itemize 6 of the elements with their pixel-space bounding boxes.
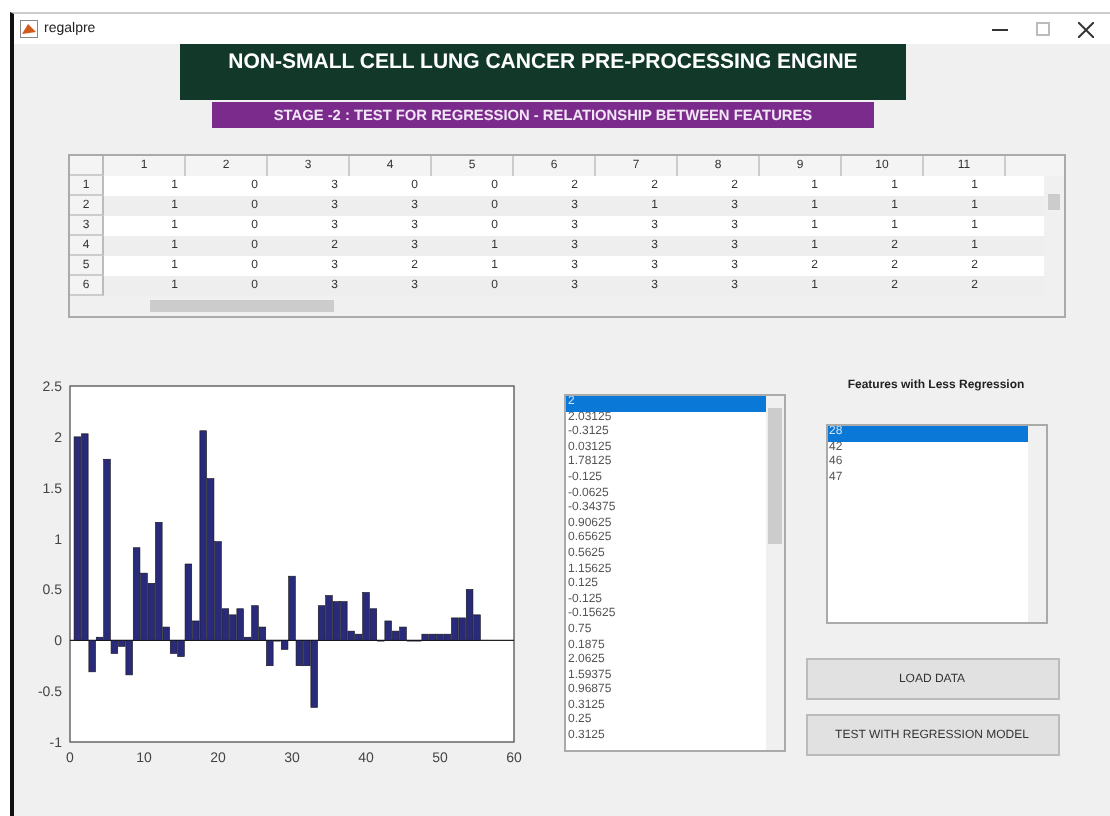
- vertical-scrollbar[interactable]: [1027, 426, 1045, 622]
- close-icon[interactable]: [1078, 21, 1094, 37]
- vertical-scrollbar[interactable]: [766, 396, 784, 750]
- title-banner: NON-SMALL CELL LUNG CANCER PRE-PROCESSING ENGINE: [180, 44, 906, 100]
- app-icon: [20, 20, 38, 38]
- maximize-icon[interactable]: [1036, 22, 1050, 36]
